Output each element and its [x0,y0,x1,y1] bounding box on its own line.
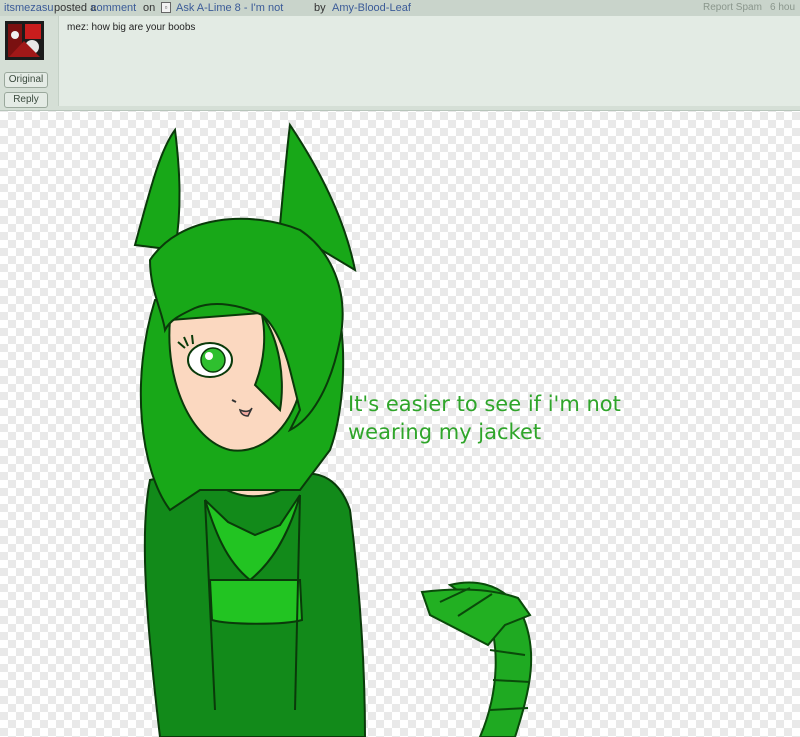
deviation-icon: ▫ [161,2,171,13]
posted-text: posted a [54,2,97,14]
timestamp: 6 hou [770,2,796,13]
username-link[interactable]: itsmezasu [4,0,54,16]
speech-text: It's easier to see if i'm not wearing my… [348,392,621,444]
deviation-title-link[interactable]: Ask A-Lime 8 - I'm not [176,0,283,16]
comment-bar: itsmezasu posted a comment on ▫ Ask A-Li… [0,0,800,111]
on-text: on [143,2,156,14]
comment-text: mez: how big are your boobs [67,22,196,33]
reply-button[interactable]: Reply [4,92,48,108]
by-text: by [314,2,326,14]
avatar[interactable] [5,21,44,60]
author-link[interactable]: Amy-Blood-Leaf [332,0,411,16]
report-spam-link[interactable]: Report Spam [703,0,762,16]
original-button[interactable]: Original [4,72,48,88]
left-ear-icon [133,127,181,252]
comment-body: mez: how big are your boobs [58,16,800,106]
jacket-icon [143,468,367,737]
comment-header: itsmezasu posted a comment on ▫ Ask A-Li… [0,0,800,16]
avatar-image-icon [5,21,44,60]
comment-link[interactable]: comment [91,0,136,16]
